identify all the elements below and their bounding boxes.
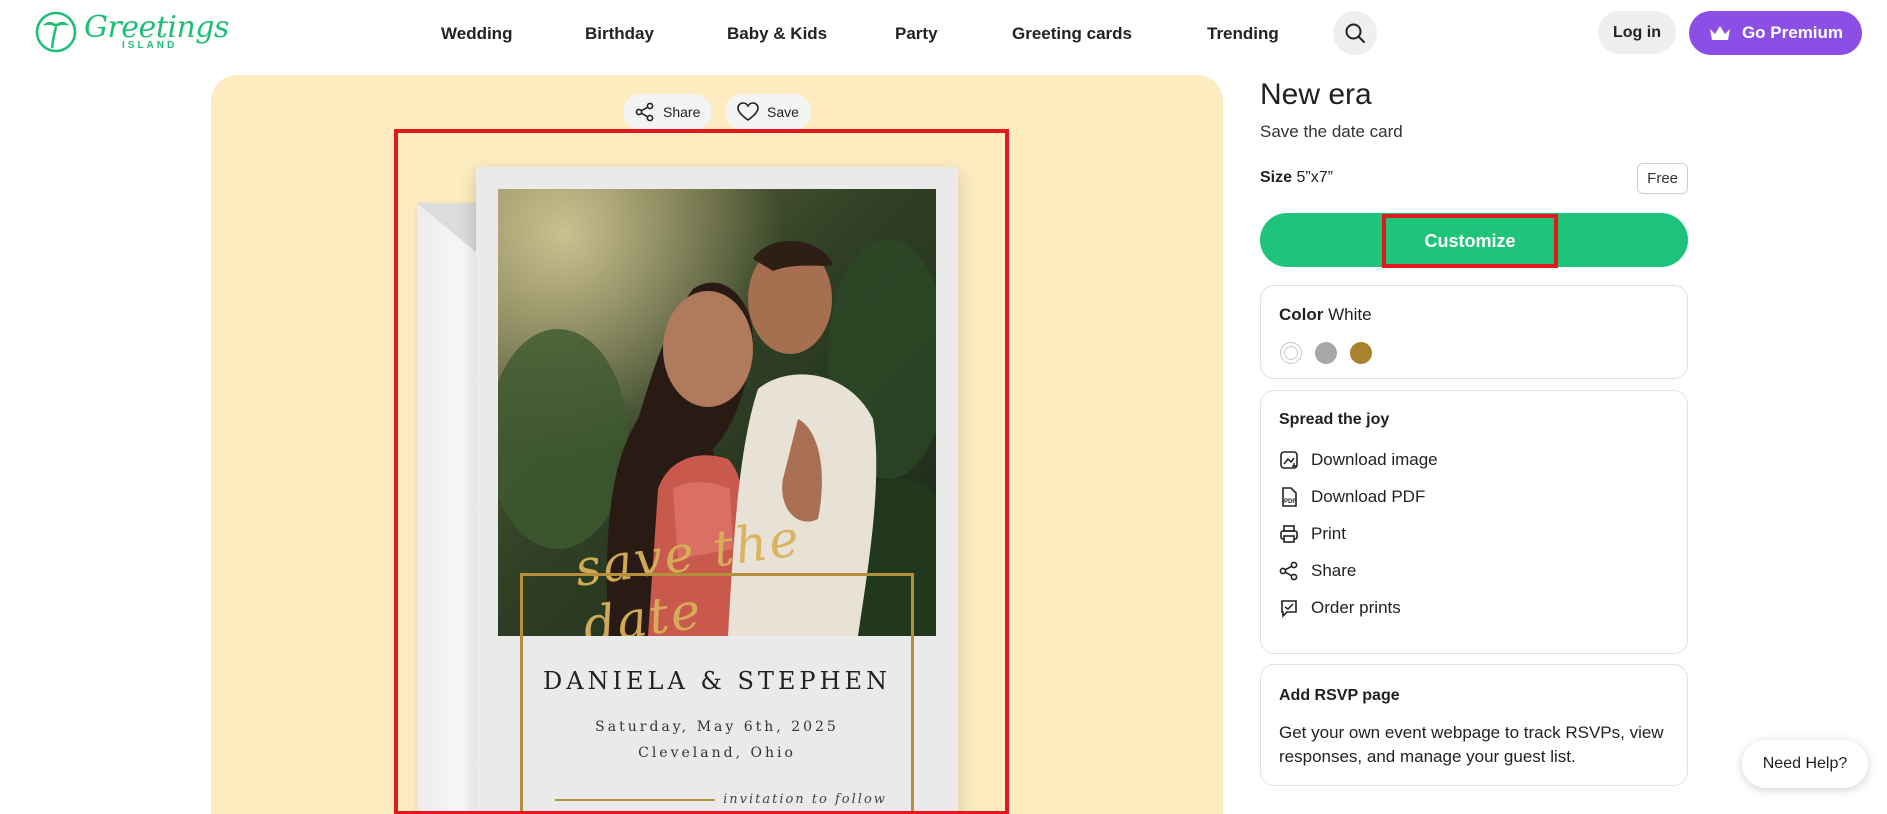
product-subtitle: Save the date card [1260, 122, 1403, 141]
nav-birthday[interactable]: Birthday [585, 24, 654, 44]
crown-icon [1709, 26, 1730, 40]
logo-subtitle: ISLAND [122, 40, 178, 51]
size-row: Size 5”x7” Free [1260, 162, 1688, 194]
palm-tree-icon [35, 11, 77, 53]
printer-icon [1280, 525, 1298, 543]
size-info: Size 5”x7” [1260, 169, 1333, 187]
share-label: Share [1311, 561, 1357, 580]
nav-wedding[interactable]: Wedding [441, 24, 512, 44]
download-image-link[interactable]: Download image [1279, 447, 1438, 473]
swatch-gold[interactable] [1350, 342, 1372, 364]
print-label: Print [1311, 524, 1346, 543]
color-selector: Color White [1260, 285, 1688, 379]
share-icon [1279, 561, 1298, 581]
order-prints-label: Order prints [1311, 598, 1401, 617]
card-preview-area: Share Save save the date DANIELA & STEPH… [211, 75, 1223, 814]
rsvp-description: Get your own event webpage to track RSVP… [1279, 723, 1664, 766]
site-header: Greetings ISLAND Wedding Birthday Baby &… [0, 0, 1887, 66]
share-pill-button[interactable]: Share [623, 94, 713, 130]
greetings-island-logo[interactable]: Greetings ISLAND [34, 10, 229, 54]
login-button[interactable]: Log in [1598, 11, 1676, 54]
save-pill-button[interactable]: Save [725, 94, 811, 130]
download-pdf-link[interactable]: PDF Download PDF [1279, 484, 1425, 510]
price-badge: Free [1637, 162, 1688, 194]
logo-wordmark: Greetings [84, 10, 229, 45]
product-title: New era [1260, 78, 1372, 111]
customize-label: Customize [1382, 214, 1558, 268]
order-prints-link[interactable]: Order prints [1279, 595, 1401, 621]
share-pill-label: Share [663, 104, 701, 120]
size-label: Size [1260, 169, 1293, 186]
product-panel: New era Save the date card Size 5”x7” Fr… [1260, 78, 1688, 786]
svg-text:PDF: PDF [1284, 499, 1296, 505]
size-value: 5”x7” [1296, 169, 1333, 186]
heart-icon [737, 102, 759, 121]
nav-greeting-cards[interactable]: Greeting cards [1012, 24, 1132, 44]
pdf-icon: PDF [1282, 487, 1297, 507]
color-label: Color [1279, 305, 1324, 324]
download-image-label: Download image [1311, 450, 1438, 469]
customize-button[interactable]: Customize [1260, 213, 1688, 268]
spread-the-joy-box: Spread the joy Download image PDF Downlo… [1260, 390, 1688, 654]
download-pdf-label: Download PDF [1311, 487, 1426, 506]
spread-the-joy-title: Spread the joy [1279, 411, 1390, 428]
need-help-button[interactable]: Need Help? [1742, 740, 1868, 788]
share-icon [635, 102, 654, 122]
color-value: White [1328, 305, 1372, 324]
swatch-gray[interactable] [1315, 342, 1337, 364]
rsvp-box[interactable]: Add RSVP page Get your own event webpage… [1260, 664, 1688, 786]
swatch-white[interactable] [1280, 342, 1302, 364]
rsvp-title: Add RSVP page [1279, 687, 1400, 704]
go-premium-label: Go Premium [1741, 23, 1844, 42]
search-icon [1345, 23, 1365, 43]
nav-baby-kids[interactable]: Baby & Kids [727, 24, 827, 44]
print-link[interactable]: Print [1279, 521, 1346, 547]
go-premium-button[interactable]: Go Premium [1689, 11, 1862, 55]
download-image-icon [1280, 451, 1298, 469]
card-highlight-box [394, 129, 1009, 814]
save-pill-label: Save [767, 104, 799, 120]
nav-trending[interactable]: Trending [1207, 24, 1279, 44]
order-prints-icon [1281, 600, 1297, 618]
nav-party[interactable]: Party [895, 24, 938, 44]
color-heading: Color White [1279, 305, 1372, 325]
search-button[interactable] [1333, 11, 1377, 55]
share-link[interactable]: Share [1279, 558, 1356, 584]
